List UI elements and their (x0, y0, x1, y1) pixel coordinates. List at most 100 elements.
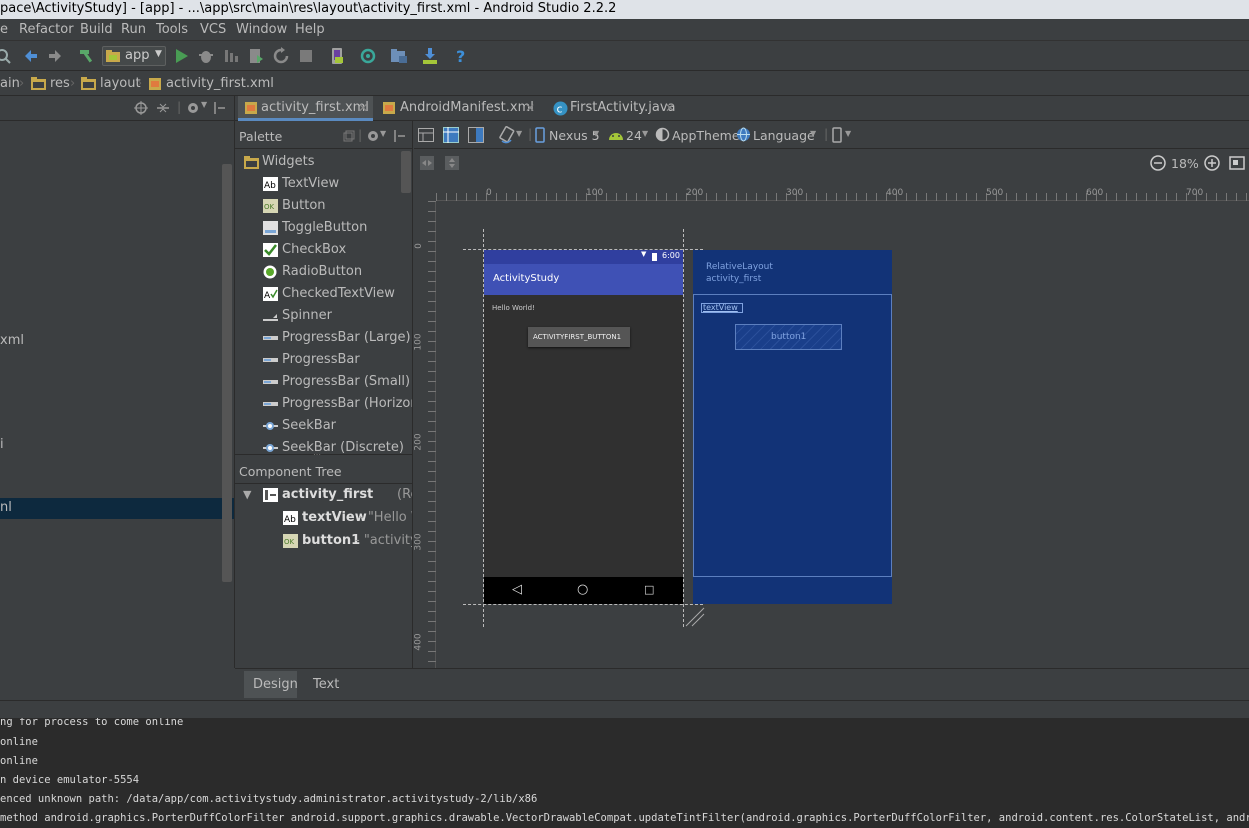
breadcrumb-res[interactable]: res (50, 76, 70, 91)
project-scrollbar[interactable] (222, 164, 232, 582)
menu-tools[interactable]: Tools (156, 22, 188, 37)
crosshair-icon[interactable] (134, 101, 148, 115)
tab-activity-first[interactable]: activity_first.xml ✕ (238, 96, 373, 121)
tab-label: activity_first.xml (261, 100, 369, 115)
resize-handle-icon[interactable] (684, 606, 706, 628)
api-level-selector[interactable]: 24 ▼ (608, 126, 648, 144)
zoom-fit-width-icon[interactable] (420, 156, 434, 170)
close-icon[interactable]: ✕ (665, 96, 675, 120)
attach-debugger-icon[interactable] (222, 47, 240, 65)
globe-icon (737, 127, 750, 142)
seekbar-icon (263, 422, 278, 430)
run-console[interactable]: ng for process to come online online onl… (0, 718, 1249, 828)
sdk-manager-icon[interactable] (421, 47, 439, 65)
blueprint-button[interactable]: button1 (735, 324, 842, 350)
tree-node-button1[interactable]: OK button1 - "activityf (283, 532, 412, 552)
window-title-bar: pace\ActivityStudy] - [app] - ...\app\sr… (0, 0, 1249, 19)
project-structure-icon[interactable] (390, 47, 408, 65)
palette-item-progressbar-large[interactable]: ProgressBar (Large) (263, 330, 411, 345)
back-icon[interactable] (22, 47, 40, 65)
palette-item-seekbar-discrete[interactable]: SeekBar (Discrete) (263, 440, 404, 455)
apply-changes-icon[interactable] (247, 47, 265, 65)
tree-node-root[interactable]: ▼ activity_first (RelativeL (243, 486, 412, 506)
menu-build[interactable]: Build (80, 22, 113, 37)
help-icon[interactable]: ? (452, 47, 470, 65)
palette-item-progressbar-small[interactable]: ProgressBar (Small) (263, 374, 410, 389)
breadcrumb-main[interactable]: ain (0, 76, 20, 91)
theme-selector[interactable]: AppTheme (655, 126, 740, 144)
palette-item-radiobutton[interactable]: RadioButton (263, 264, 362, 279)
project-item-i[interactable]: i (0, 437, 4, 452)
menu-help[interactable]: Help (295, 22, 325, 37)
split-view-icon[interactable] (468, 127, 484, 143)
orientation-icon[interactable] (498, 126, 516, 144)
palette-item-togglebutton[interactable]: ToggleButton (263, 220, 367, 235)
sync-icon[interactable] (359, 47, 377, 65)
project-item-selected[interactable]: nl (0, 498, 234, 519)
hello-textview[interactable]: Hello World! (492, 304, 535, 312)
device-preview-icon[interactable] (832, 127, 842, 143)
blueprint-textview[interactable]: textView (701, 303, 743, 313)
app-bar: ActivityStudy (484, 264, 683, 295)
palette-item-list: Ab TextView OK Button ToggleButton CheckBo… (235, 121, 412, 461)
forward-icon[interactable] (46, 47, 64, 65)
menu-window[interactable]: Window (236, 22, 287, 37)
zoom-fit-height-icon[interactable] (445, 156, 459, 170)
activity-button[interactable]: ACTIVITYFIRST_BUTTON1 (528, 327, 630, 347)
run-config-select[interactable]: app ▼ (102, 46, 166, 66)
debug-icon[interactable] (197, 47, 215, 65)
android-icon (609, 133, 623, 140)
tab-text[interactable]: Text (305, 671, 345, 698)
zoom-out-icon[interactable] (1150, 155, 1166, 171)
tab-design[interactable]: Design (244, 671, 298, 698)
chevron-down-icon: ▼ (810, 129, 817, 138)
close-icon[interactable]: ✕ (358, 96, 368, 120)
tree-node-textview[interactable]: Ab textView - "Hello W (283, 509, 412, 529)
menu-run[interactable]: Run (121, 22, 146, 37)
svg-text:?: ? (456, 47, 465, 65)
palette-item-button[interactable]: OK Button (263, 198, 326, 213)
zoom-in-icon[interactable] (1204, 155, 1220, 171)
palette-item-progressbar-horizontal[interactable]: ProgressBar (Horizont (263, 396, 412, 411)
design-view-icon[interactable] (418, 128, 434, 142)
blueprint-view-icon[interactable] (443, 127, 459, 143)
guide-line (683, 229, 684, 627)
run-icon[interactable] (172, 47, 190, 65)
hide-panel-icon[interactable] (213, 101, 227, 115)
breadcrumb-layout[interactable]: layout (100, 76, 141, 91)
make-hammer-icon[interactable] (78, 47, 96, 65)
close-icon[interactable]: ✕ (525, 96, 535, 120)
tab-first-activity[interactable]: c FirstActivity.java ✕ (548, 96, 680, 121)
svg-text:Ab: Ab (284, 515, 296, 525)
gear-icon[interactable] (186, 101, 200, 115)
menu-vcs[interactable]: VCS (200, 22, 226, 37)
tab-android-manifest[interactable]: AndroidManifest.xml ✕ (377, 96, 540, 121)
palette-scrollbar[interactable] (401, 151, 411, 193)
menu-refactor[interactable]: Refactor (19, 22, 74, 37)
checkbox-icon (263, 243, 278, 257)
rerun-icon[interactable] (272, 47, 290, 65)
palette-item-spinner[interactable]: Spinner (263, 308, 332, 323)
menu-edit[interactable]: e (0, 22, 8, 37)
palette-item-seekbar[interactable]: SeekBar (263, 418, 336, 433)
device-selector[interactable]: Nexus 5 ▼ (535, 126, 601, 144)
splitter-handle[interactable]: ⋯ (313, 450, 321, 459)
zoom-to-fit-icon[interactable] (1229, 155, 1245, 171)
collapse-all-icon[interactable] (156, 101, 170, 115)
palette-item-textview[interactable]: Ab TextView (263, 176, 339, 191)
project-item-xml[interactable]: xml (0, 333, 24, 348)
breadcrumb-file[interactable]: activity_first.xml (166, 76, 274, 91)
layout-file-icon (149, 78, 161, 90)
search-icon[interactable] (0, 47, 12, 65)
language-selector[interactable]: Language ▼ (736, 126, 818, 144)
designer-toolbar: ▼ | Nexus 5 ▼ 24 ▼ AppTheme Language ▼ |… (414, 121, 1249, 149)
palette-item-checkbox[interactable]: CheckBox (263, 242, 346, 257)
expand-arrow-icon[interactable]: ▼ (243, 488, 251, 501)
avd-manager-icon[interactable] (328, 47, 346, 65)
stop-icon[interactable] (297, 47, 315, 65)
chevron-down-icon: ▼ (845, 129, 852, 138)
status-clock: 6:00 (662, 251, 680, 260)
layout-file-icon (245, 102, 257, 114)
palette-item-progressbar[interactable]: ProgressBar (263, 352, 360, 367)
palette-item-checkedtextview[interactable]: A CheckedTextView (263, 286, 395, 301)
